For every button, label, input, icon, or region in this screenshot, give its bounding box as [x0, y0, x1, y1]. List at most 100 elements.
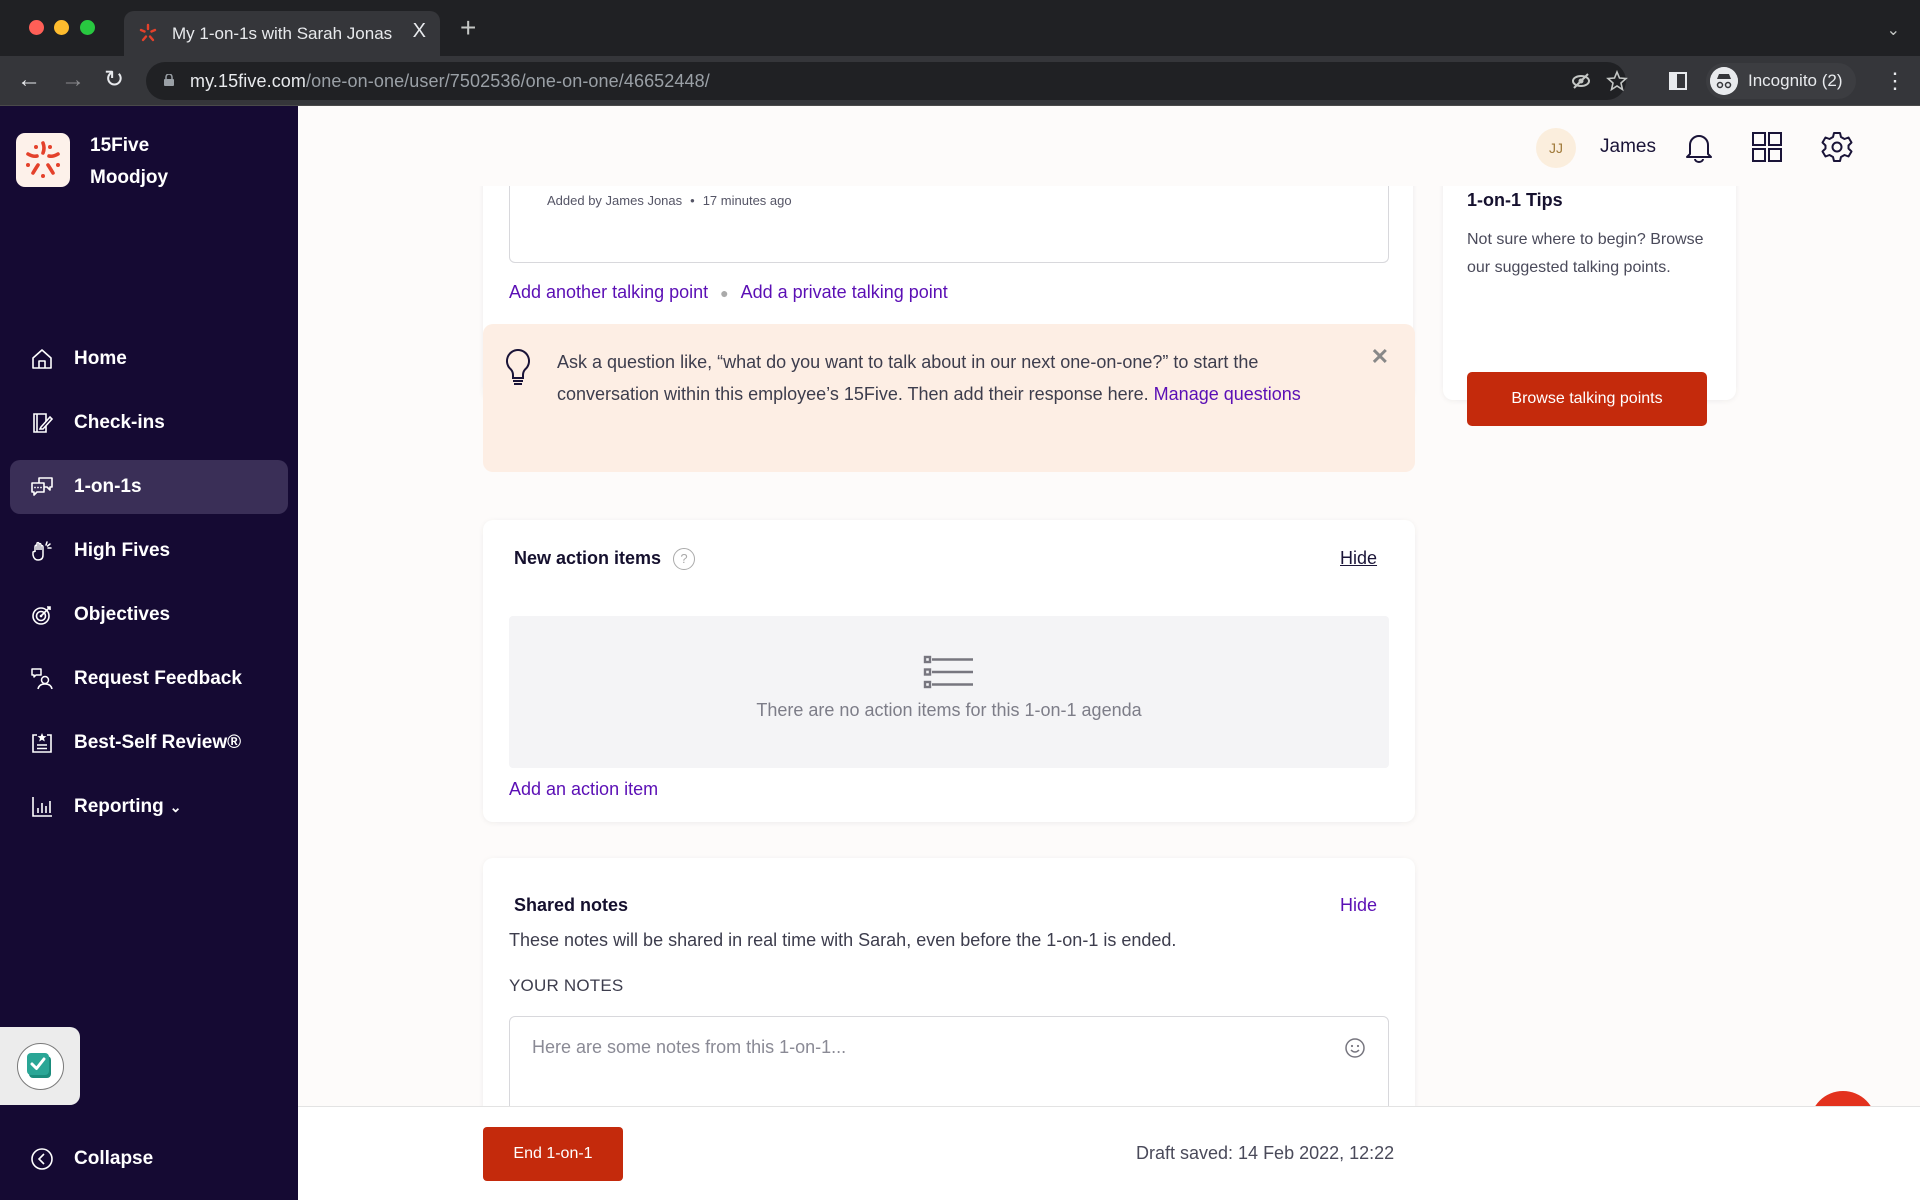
- sidebar-item-1-on-1s[interactable]: 1-on-1s: [10, 460, 288, 514]
- back-button[interactable]: ←: [15, 66, 43, 94]
- shared-notes-description: These notes will be shared in real time …: [509, 930, 1177, 950]
- org-name: 15Five Moodjoy: [90, 130, 168, 194]
- sidebar-item-label: Objectives: [74, 604, 171, 625]
- window-minimize-button[interactable]: [54, 20, 69, 35]
- 15five-favicon-icon: [139, 23, 157, 42]
- sidebar-item-high-fives[interactable]: High Fives: [10, 524, 288, 578]
- emoji-icon[interactable]: [1344, 1037, 1366, 1059]
- lock-icon: [164, 74, 174, 86]
- hide-shared-notes-link[interactable]: Hide: [1340, 895, 1377, 916]
- lightbulb-icon: [506, 348, 530, 385]
- sidebar-item-label: Home: [74, 348, 127, 369]
- browser-toolbar: ← → ↻ my.15five.com/one-on-one/user/7502…: [0, 56, 1920, 106]
- action-items-card: New action items ? Hide There are no act…: [483, 520, 1415, 822]
- help-icon[interactable]: ?: [673, 548, 695, 570]
- talking-point-time: 17 minutes ago: [702, 193, 792, 208]
- review-icon: [32, 733, 52, 753]
- apps-grid-icon[interactable]: [1750, 130, 1784, 164]
- incognito-label: Incognito (2): [1748, 71, 1843, 90]
- sidebar-item-label: High Fives: [74, 540, 171, 561]
- sidebar: 15Five Moodjoy Home Check-ins 1-on-1s Hi…: [0, 106, 298, 1200]
- chevron-left-circle-icon: [31, 1148, 53, 1170]
- check-ins-icon: [33, 413, 54, 433]
- url-path: /one-on-one/user/7502536/one-on-one/4665…: [306, 71, 710, 91]
- browser-tab-bar: My 1-on-1s with Sarah Jonas X + ⌄: [0, 0, 1920, 56]
- sidebar-item-label: Request Feedback: [74, 668, 242, 689]
- url-host: my.15five.com: [190, 71, 306, 91]
- hide-action-items-link[interactable]: Hide: [1340, 548, 1377, 569]
- window-maximize-button[interactable]: [80, 20, 95, 35]
- draft-saved-status: Draft saved: 14 Feb 2022, 12:22: [1136, 1143, 1395, 1163]
- sidebar-item-request-feedback[interactable]: Request Feedback: [10, 652, 288, 706]
- manage-questions-link[interactable]: Manage questions: [1154, 384, 1301, 404]
- chat-bubbles-icon: [31, 477, 53, 496]
- incognito-profile-button[interactable]: Incognito (2): [1706, 63, 1856, 99]
- shared-notes-title: Shared notes: [514, 895, 629, 915]
- notes-placeholder: Here are some notes from this 1-on-1...: [532, 1037, 847, 1057]
- end-1-on-1-button[interactable]: End 1-on-1: [483, 1127, 623, 1181]
- checkbox-check-icon: [27, 1053, 51, 1078]
- empty-state-text: There are no action items for this 1-on-…: [756, 700, 1142, 720]
- main-content: JJ James Added by James Jonas • 17 minutes…: [298, 106, 1920, 1200]
- collapse-sidebar-button[interactable]: Collapse: [10, 1134, 288, 1184]
- top-header: JJ James: [298, 106, 1920, 186]
- sidebar-item-check-ins[interactable]: Check-ins: [10, 396, 288, 450]
- your-notes-label: YOUR NOTES: [509, 976, 624, 995]
- bell-icon[interactable]: [1682, 130, 1716, 164]
- request-feedback-icon: [31, 668, 53, 690]
- add-talking-point-link[interactable]: Add another talking point: [509, 282, 708, 302]
- separator-dot: ●: [720, 285, 729, 301]
- tips-text: Not sure where to begin? Browse our sugg…: [1467, 231, 1704, 276]
- sidebar-item-best-self-review[interactable]: Best-Self Review®: [10, 716, 288, 770]
- side-panel-icon[interactable]: [1668, 71, 1688, 91]
- eye-off-icon[interactable]: [1570, 70, 1592, 92]
- task-checklist-widget[interactable]: [0, 1027, 80, 1105]
- footer-bar: End 1-on-1 Draft saved: 14 Feb 2022, 12:…: [298, 1106, 1920, 1200]
- org-name-line1: 15Five: [90, 135, 150, 156]
- gear-icon[interactable]: [1820, 130, 1854, 164]
- tips-title: 1-on-1 Tips: [1467, 190, 1563, 210]
- talking-point-meta: Added by James Jonas • 17 minutes ago: [547, 193, 792, 208]
- sidebar-item-objectives[interactable]: Objectives: [10, 588, 288, 642]
- browser-menu-icon[interactable]: ⋮: [1884, 68, 1906, 94]
- separator-dot: •: [690, 193, 695, 208]
- chevron-down-icon: ⌄: [169, 799, 182, 815]
- close-icon[interactable]: ✕: [1371, 344, 1389, 370]
- new-tab-button[interactable]: +: [460, 14, 476, 42]
- empty-state: There are no action items for this 1-on-…: [509, 616, 1389, 768]
- window-close-button[interactable]: [29, 20, 44, 35]
- home-icon: [32, 349, 52, 369]
- url-text: my.15five.com/one-on-one/user/7502536/on…: [190, 71, 710, 92]
- checklist-badge: [17, 1043, 64, 1090]
- list-icon: [923, 655, 973, 689]
- tip-text: Ask a question like, “what do you want t…: [557, 346, 1347, 410]
- tab-list-chevron-icon[interactable]: ⌄: [1887, 20, 1900, 40]
- add-action-item-link[interactable]: Add an action item: [509, 779, 658, 800]
- forward-button[interactable]: →: [59, 66, 87, 94]
- sidebar-item-label: Reporting ⌄: [74, 796, 181, 818]
- org-name-line2: Moodjoy: [90, 167, 169, 188]
- address-bar[interactable]: my.15five.com/one-on-one/user/7502536/on…: [146, 62, 1628, 100]
- sidebar-item-label: 1-on-1s: [74, 476, 142, 497]
- user-name[interactable]: James: [1600, 136, 1656, 158]
- sidebar-item-reporting[interactable]: Reporting ⌄: [10, 780, 288, 834]
- reporting-label: Reporting: [74, 796, 164, 817]
- tab-close-icon[interactable]: X: [413, 20, 426, 43]
- sidebar-item-label: Check-ins: [74, 412, 165, 433]
- action-items-title: New action items: [514, 548, 662, 568]
- high-five-icon: [32, 541, 52, 561]
- bookmark-star-icon[interactable]: [1606, 70, 1628, 92]
- sidebar-item-home[interactable]: Home: [10, 332, 288, 386]
- talking-point-author: Added by James Jonas: [547, 193, 683, 208]
- reload-button[interactable]: ↻: [100, 66, 128, 94]
- collapse-label: Collapse: [74, 1148, 154, 1169]
- bar-chart-icon: [32, 797, 52, 817]
- avatar[interactable]: JJ: [1536, 128, 1576, 168]
- browse-talking-points-button[interactable]: Browse talking points: [1467, 372, 1707, 426]
- add-private-talking-point-link[interactable]: Add a private talking point: [741, 282, 948, 302]
- browser-tab[interactable]: My 1-on-1s with Sarah Jonas X: [124, 11, 440, 56]
- incognito-icon: [1710, 67, 1738, 95]
- tip-banner: Ask a question like, “what do you want t…: [483, 324, 1415, 472]
- talking-point-actions: Add another talking point ● Add a private …: [509, 282, 948, 303]
- org-logo[interactable]: [16, 133, 70, 187]
